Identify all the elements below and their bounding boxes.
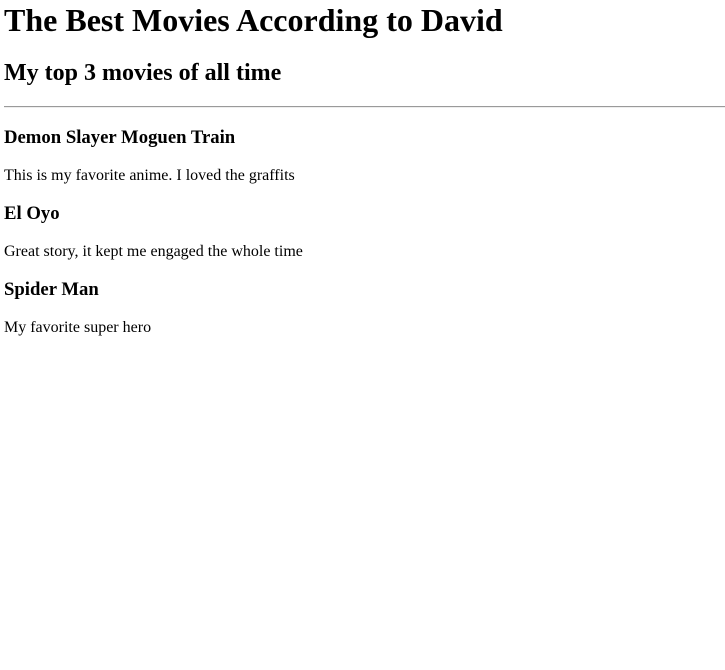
page-subtitle: My top 3 movies of all time (4, 60, 282, 86)
movie-review: This is my favorite anime. I loved the g… (4, 167, 295, 184)
movie-entry: Demon Slayer Moguen Train This is my fav… (4, 127, 725, 185)
movie-title: Spider Man (4, 279, 99, 300)
movie-entry: Spider Man My favorite super hero (4, 279, 725, 337)
movie-review: Great story, it kept me engaged the whol… (4, 243, 303, 260)
movie-title: El Oyo (4, 203, 60, 224)
page-title: The Best Movies According to David (4, 2, 503, 38)
movie-title: Demon Slayer Moguen Train (4, 127, 236, 148)
divider (4, 106, 725, 108)
movie-entry: El Oyo Great story, it kept me engaged t… (4, 203, 725, 261)
movie-review: My favorite super hero (4, 319, 152, 336)
